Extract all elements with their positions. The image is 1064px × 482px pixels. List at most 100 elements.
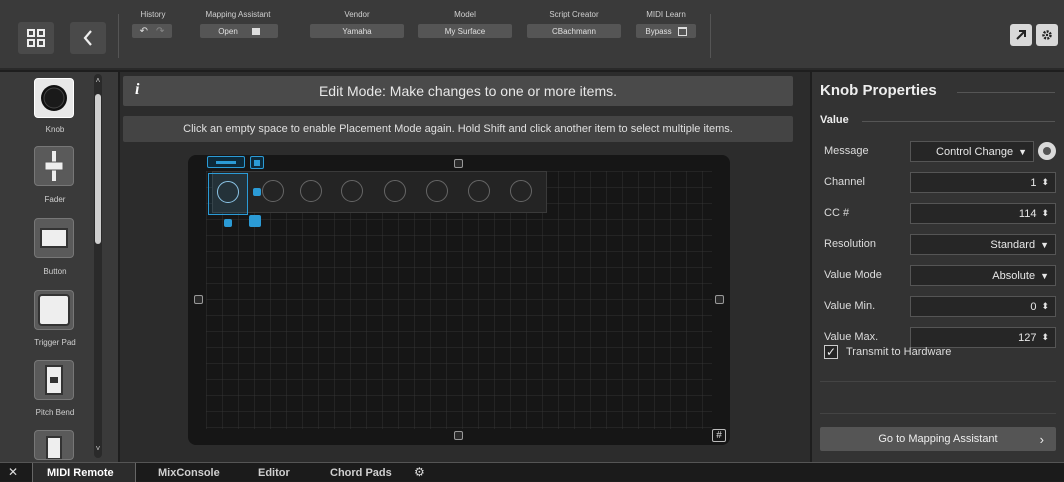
palette-label-trigger-pad: Trigger Pad bbox=[34, 338, 76, 347]
midi-learn-value: Bypass bbox=[645, 26, 672, 36]
back-chevron-icon[interactable] bbox=[70, 22, 106, 54]
channel-value: 1 bbox=[1030, 176, 1037, 189]
stepper-icon: ⬍ bbox=[1041, 208, 1049, 218]
selected-knob[interactable] bbox=[208, 173, 248, 215]
goto-mapping-assistant-button[interactable]: Go to Mapping Assistant › bbox=[820, 427, 1056, 451]
message-select[interactable]: Control Change ▼ bbox=[910, 141, 1034, 162]
tab-editor[interactable]: Editor bbox=[258, 467, 290, 479]
scrollbar-thumb[interactable] bbox=[95, 94, 101, 244]
palette-more-item[interactable] bbox=[34, 430, 74, 460]
value-mode-select[interactable]: Absolute ▼ bbox=[910, 265, 1056, 286]
resolution-label: Resolution bbox=[824, 238, 876, 250]
value-max-stepper[interactable]: 127 ⬍ bbox=[910, 327, 1056, 348]
resolution-select[interactable]: Standard ▼ bbox=[910, 234, 1056, 255]
delete-icon[interactable] bbox=[250, 156, 264, 169]
surface-canvas[interactable]: # bbox=[188, 155, 730, 445]
open-external-icon[interactable] bbox=[1010, 24, 1032, 46]
knob-item[interactable] bbox=[262, 180, 284, 202]
palette-label-pitch-bend: Pitch Bend bbox=[35, 408, 75, 417]
palette-label-fader: Fader bbox=[44, 195, 66, 204]
script-creator-label: Script Creator bbox=[549, 10, 599, 19]
align-bar bbox=[216, 161, 236, 164]
midi-port-icon[interactable] bbox=[1038, 142, 1056, 160]
resize-handle-right[interactable] bbox=[253, 188, 261, 196]
history-controls: ↶ ↷ bbox=[132, 24, 172, 38]
title-rule bbox=[957, 92, 1055, 93]
palette-trigger-pad[interactable] bbox=[34, 290, 74, 330]
stepper-icon: ⬍ bbox=[1041, 177, 1049, 187]
vendor-field[interactable]: Yamaha bbox=[310, 24, 404, 38]
tab-chord-pads[interactable]: Chord Pads bbox=[330, 467, 392, 479]
bypass-icon bbox=[677, 26, 687, 36]
value-section-label: Value bbox=[820, 114, 849, 126]
tab-mixconsole[interactable]: MixConsole bbox=[158, 467, 220, 479]
palette-pitch-bend[interactable] bbox=[34, 360, 74, 400]
palette-scrollbar[interactable]: ˄ ˅ bbox=[94, 74, 102, 458]
midi-learn-label: MIDI Learn bbox=[646, 10, 686, 19]
top-toolbar: History ↶ ↷ Mapping Assistant Open Vendo… bbox=[0, 0, 1064, 70]
mapping-assistant-button[interactable]: Open bbox=[200, 24, 278, 38]
knob-item[interactable] bbox=[341, 180, 363, 202]
mapping-assistant-label: Mapping Assistant bbox=[205, 10, 271, 19]
edit-mode-message: Edit Mode: Make changes to one or more i… bbox=[318, 83, 618, 99]
palette-label-button: Button bbox=[43, 267, 67, 276]
knob-item[interactable] bbox=[384, 180, 406, 202]
redo-icon[interactable]: ↷ bbox=[156, 26, 164, 37]
hint-bar: Click an empty space to enable Placement… bbox=[123, 116, 793, 142]
close-icon[interactable]: ✕ bbox=[8, 465, 18, 479]
bottom-tab-bar: ✕ MIDI Remote MixConsole Editor Chord Pa… bbox=[0, 462, 1064, 482]
tab-midi-remote[interactable]: MIDI Remote bbox=[32, 463, 136, 482]
info-icon: i bbox=[135, 81, 140, 98]
canvas-handle-top[interactable] bbox=[454, 159, 463, 168]
resize-handle-corner[interactable] bbox=[249, 215, 261, 227]
divider bbox=[820, 413, 1056, 414]
model-field[interactable]: My Surface bbox=[418, 24, 512, 38]
properties-title: Knob Properties bbox=[820, 82, 937, 99]
value-min-stepper[interactable]: 0 ⬍ bbox=[910, 296, 1056, 317]
resize-handle-bottom[interactable] bbox=[224, 219, 232, 227]
undo-icon[interactable]: ↶ bbox=[140, 26, 148, 37]
window-icon bbox=[251, 27, 260, 35]
canvas-handle-left[interactable] bbox=[194, 295, 203, 304]
tab-settings-gear-icon[interactable]: ⚙ bbox=[414, 465, 425, 479]
resolution-value: Standard bbox=[990, 238, 1036, 251]
grid-icon[interactable] bbox=[18, 22, 54, 54]
value-mode-value: Absolute bbox=[992, 269, 1036, 282]
stepper-icon: ⬍ bbox=[1041, 332, 1049, 342]
model-label: Model bbox=[454, 10, 476, 19]
message-label: Message bbox=[824, 145, 869, 157]
align-handle-icon[interactable] bbox=[207, 156, 245, 168]
info-bar: i Edit Mode: Make changes to one or more… bbox=[123, 76, 793, 106]
settings-gear-icon[interactable] bbox=[1036, 24, 1058, 46]
channel-stepper[interactable]: 1 ⬍ bbox=[910, 172, 1056, 193]
knob-item[interactable] bbox=[426, 180, 448, 202]
midi-learn-button[interactable]: Bypass bbox=[636, 24, 696, 38]
item-palette: Knob Fader Button Trigger Pad Pitch Bend… bbox=[0, 72, 118, 462]
scroll-down-icon[interactable]: ˅ bbox=[94, 444, 102, 453]
palette-label-knob: Knob bbox=[45, 125, 65, 134]
history-label: History bbox=[140, 10, 166, 19]
knob-item[interactable] bbox=[300, 180, 322, 202]
tab-midi-remote-label: MIDI Remote bbox=[47, 467, 114, 479]
canvas-handle-right[interactable] bbox=[715, 295, 724, 304]
grid-snap-icon[interactable]: # bbox=[712, 429, 726, 442]
divider bbox=[710, 14, 711, 58]
cc-number-stepper[interactable]: 114 ⬍ bbox=[910, 203, 1056, 224]
stepper-icon: ⬍ bbox=[1041, 301, 1049, 311]
divider bbox=[820, 381, 1056, 382]
knob-item[interactable] bbox=[468, 180, 490, 202]
knob-item[interactable] bbox=[510, 180, 532, 202]
value-mode-label: Value Mode bbox=[824, 269, 882, 281]
script-creator-field[interactable]: CBachmann bbox=[527, 24, 621, 38]
palette-knob[interactable] bbox=[34, 78, 74, 118]
scroll-up-icon[interactable]: ˄ bbox=[94, 76, 102, 85]
message-value: Control Change bbox=[936, 145, 1014, 158]
cc-number-label: CC # bbox=[824, 207, 850, 219]
palette-fader[interactable] bbox=[34, 146, 74, 186]
dropdown-arrow-icon: ▼ bbox=[1018, 146, 1027, 157]
value-max-label: Value Max. bbox=[824, 331, 879, 343]
transmit-checkbox[interactable]: ✓ bbox=[824, 345, 838, 359]
value-max-value: 127 bbox=[1018, 331, 1037, 344]
canvas-handle-bottom[interactable] bbox=[454, 431, 463, 440]
palette-button[interactable] bbox=[34, 218, 74, 258]
